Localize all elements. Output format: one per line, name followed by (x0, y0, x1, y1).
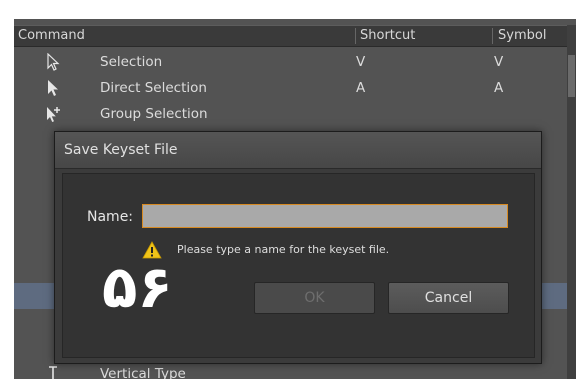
command-name: Group Selection (100, 106, 208, 122)
column-header-shortcut[interactable]: Shortcut (360, 28, 415, 43)
ok-button[interactable]: OK (254, 282, 375, 314)
command-symbol: V (494, 54, 504, 70)
table-row[interactable]: Group Selection (14, 101, 567, 127)
dialog-titlebar[interactable]: Save Keyset File (55, 132, 541, 169)
table-header: Command Shortcut Symbol (14, 25, 567, 47)
command-name: Vertical Type (100, 366, 186, 379)
group-selection-arrow-icon (47, 107, 60, 122)
scrollbar-thumb[interactable] (568, 55, 575, 97)
warning-message: Please type a name for the keyset file. (177, 243, 390, 256)
dialog-title: Save Keyset File (64, 142, 178, 158)
selection-arrow-icon (47, 53, 60, 71)
vertical-type-icon (49, 366, 57, 379)
save-keyset-dialog: Save Keyset File Name: Please type a nam… (54, 131, 542, 364)
command-shortcut[interactable]: V (356, 54, 365, 70)
step-number-overlay: ۵۶ (102, 253, 173, 321)
column-divider (355, 28, 356, 44)
command-name: Selection (100, 54, 163, 70)
table-row[interactable]: Direct Selection A A (14, 75, 567, 101)
column-divider (492, 28, 493, 44)
command-symbol: A (494, 80, 504, 96)
command-shortcut[interactable]: A (356, 80, 365, 96)
table-row[interactable]: Selection V V (14, 49, 567, 75)
column-header-symbol[interactable]: Symbol (498, 28, 546, 43)
direct-selection-arrow-icon (48, 80, 58, 96)
column-header-command[interactable]: Command (18, 28, 85, 43)
command-name: Direct Selection (100, 80, 207, 96)
vertical-scrollbar[interactable] (567, 25, 576, 379)
keyset-name-input[interactable] (142, 204, 508, 228)
cancel-button[interactable]: Cancel (388, 282, 509, 314)
name-label: Name: (87, 209, 134, 225)
